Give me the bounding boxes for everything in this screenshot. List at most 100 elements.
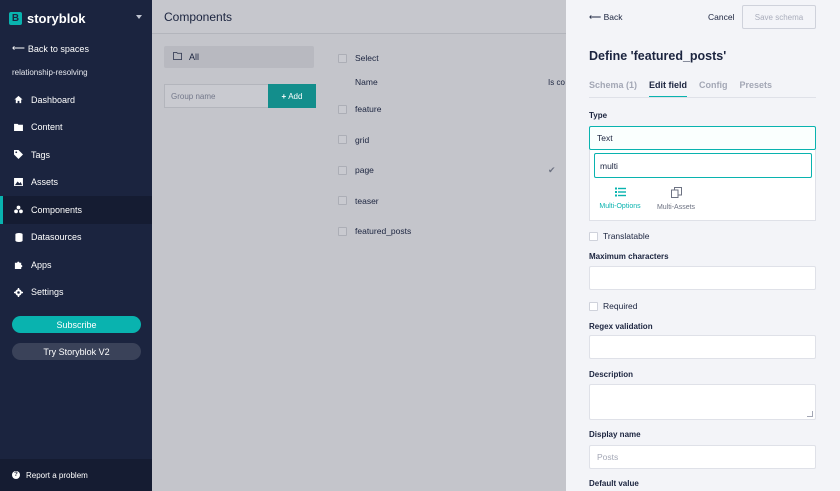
try-storyblok-v2-button[interactable]: Try Storyblok V2 — [12, 343, 141, 360]
arrow-left-icon: ⟵ — [589, 12, 602, 22]
folder-icon — [14, 123, 23, 132]
header-spacer — [338, 78, 347, 87]
row-name[interactable]: featured_posts — [355, 226, 411, 236]
sidebar-item-tags[interactable]: Tags — [0, 141, 152, 169]
table-row[interactable]: feature — [338, 94, 566, 125]
row-checkbox[interactable] — [338, 135, 347, 145]
report-problem-link[interactable]: ? Report a problem — [0, 459, 152, 491]
translatable-checkbox[interactable] — [589, 231, 598, 241]
option-label: Multi-Assets — [656, 204, 696, 211]
row-checkbox[interactable] — [338, 104, 347, 114]
schema-panel: ⟵ Back Cancel Save schema Define 'featur… — [566, 0, 840, 491]
option-multi-assets[interactable]: Multi-Assets — [646, 187, 706, 211]
subscribe-button[interactable]: Subscribe — [12, 316, 141, 333]
folder-open-icon — [173, 52, 183, 62]
row-name[interactable]: grid — [355, 135, 369, 145]
chevron-down-icon[interactable] — [136, 15, 142, 19]
sidebar-item-label: Settings — [31, 287, 64, 298]
sidebar-item-dashboard[interactable]: Dashboard — [0, 86, 152, 114]
main-content: Components All Group name + Add Select N… — [152, 0, 566, 491]
group-name-input[interactable]: Group name — [164, 84, 268, 108]
back-to-spaces-label: Back to spaces — [27, 43, 89, 54]
tab-config[interactable]: Config — [699, 80, 728, 98]
sidebar-item-apps[interactable]: Apps — [0, 251, 152, 279]
help-circle-icon: ? — [12, 471, 20, 479]
puzzle-icon — [14, 260, 23, 270]
checkmark-icon: ✔ — [548, 164, 556, 175]
regex-input[interactable] — [589, 335, 816, 359]
max-chars-label: Maximum characters — [589, 252, 669, 261]
folder-all-item[interactable]: All — [164, 46, 314, 68]
page-title: Components — [164, 10, 233, 24]
components-icon — [14, 205, 23, 214]
required-label: Required — [603, 301, 638, 311]
row-checkbox[interactable] — [338, 165, 347, 175]
sidebar-item-label: Apps — [31, 259, 52, 270]
sidebar-item-label: Datasources — [31, 232, 82, 243]
panel-tabs: Schema (1) Edit field Config Presets — [589, 80, 784, 98]
sidebar-item-settings[interactable]: Settings — [0, 279, 152, 307]
sidebar-item-label: Dashboard — [31, 94, 76, 105]
panel-title: Define 'featured_posts' — [589, 49, 727, 63]
table-row[interactable]: featured_posts — [338, 216, 566, 247]
gear-icon — [14, 287, 23, 297]
description-textarea[interactable] — [589, 384, 816, 420]
resize-handle-icon[interactable] — [807, 411, 813, 417]
sidebar-nav: Dashboard Content Tags Assets Components — [0, 86, 152, 306]
home-icon — [14, 95, 23, 104]
sidebar-item-content[interactable]: Content — [0, 114, 152, 142]
storyblok-logo-icon: B — [9, 11, 22, 25]
required-checkbox-row[interactable]: Required — [589, 301, 638, 311]
row-name[interactable]: page — [355, 165, 374, 175]
select-label: Select — [355, 53, 379, 63]
max-chars-input[interactable] — [589, 266, 816, 290]
table-select-row: Select — [338, 46, 566, 70]
display-name-placeholder: Posts — [597, 452, 619, 462]
plus-icon: + — [281, 91, 287, 101]
sidebar-item-label: Tags — [31, 149, 51, 160]
sidebar-item-components[interactable]: Components — [0, 196, 152, 224]
back-label: Back — [603, 12, 623, 22]
required-checkbox[interactable] — [589, 301, 598, 311]
logo-text: storyblok — [27, 10, 86, 26]
report-problem-label: Report a problem — [26, 470, 88, 480]
description-label: Description — [589, 370, 634, 379]
display-name-label: Display name — [589, 430, 641, 439]
table-row[interactable]: grid — [338, 125, 566, 156]
main-header: Components — [152, 0, 566, 34]
back-button[interactable]: ⟵ Back — [589, 12, 622, 23]
type-search-input[interactable]: multi — [594, 153, 812, 178]
tab-schema[interactable]: Schema (1) — [589, 80, 637, 98]
cancel-button[interactable]: Cancel — [708, 12, 734, 22]
sidebar-item-datasources[interactable]: Datasources — [0, 224, 152, 252]
select-all-checkbox[interactable] — [338, 53, 347, 63]
translatable-checkbox-row[interactable]: Translatable — [589, 231, 649, 241]
tab-edit-field[interactable]: Edit field — [649, 80, 688, 98]
sidebar-item-assets[interactable]: Assets — [0, 169, 152, 197]
regex-label: Regex validation — [589, 322, 653, 331]
save-schema-button[interactable]: Save schema — [742, 5, 816, 29]
add-group-button[interactable]: + Add — [268, 84, 316, 108]
row-name[interactable]: teaser — [355, 196, 379, 206]
sidebar-item-label: Assets — [31, 177, 59, 188]
default-value-label: Default value — [589, 479, 639, 488]
translatable-label: Translatable — [603, 231, 650, 241]
display-name-input[interactable]: Posts — [589, 445, 816, 469]
row-checkbox[interactable] — [338, 196, 347, 206]
row-checkbox[interactable] — [338, 226, 347, 236]
table-row[interactable]: teaser — [338, 186, 566, 217]
back-to-spaces-link[interactable]: ⟵ Back to spaces — [12, 43, 89, 54]
components-table: Select Name Is co feature grid page ✔ te… — [338, 46, 566, 247]
option-multi-options[interactable]: Multi-Options — [590, 187, 650, 210]
database-icon — [14, 232, 23, 242]
option-label: Multi-Options — [599, 203, 641, 210]
row-name[interactable]: feature — [355, 104, 381, 114]
image-icon — [14, 178, 23, 187]
type-dropdown: multi Multi-Options Multi-Assets — [589, 150, 816, 221]
folder-all-label: All — [189, 52, 200, 62]
logo[interactable]: B storyblok — [9, 10, 86, 26]
type-select[interactable]: Text — [589, 126, 816, 150]
table-header-row: Name Is co — [338, 70, 566, 94]
table-row[interactable]: page ✔ — [338, 155, 566, 186]
tab-presets[interactable]: Presets — [740, 80, 773, 98]
